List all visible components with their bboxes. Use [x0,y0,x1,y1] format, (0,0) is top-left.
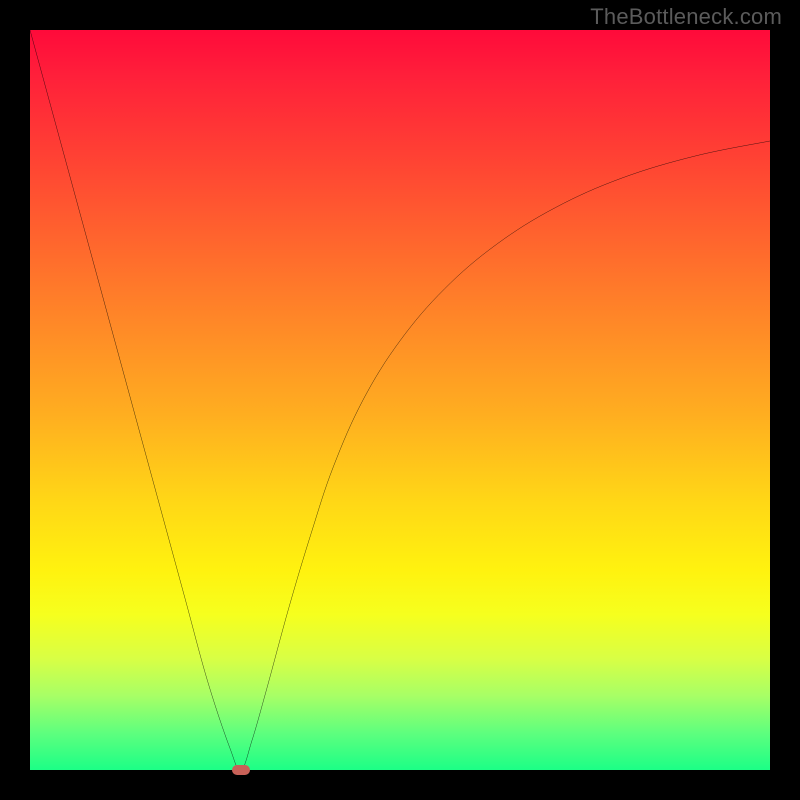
watermark-text: TheBottleneck.com [590,4,782,30]
curve-svg [30,30,770,770]
plot-area [30,30,770,770]
chart-frame: TheBottleneck.com [0,0,800,800]
bottleneck-curve-path [30,30,770,770]
minimum-marker [232,765,250,775]
